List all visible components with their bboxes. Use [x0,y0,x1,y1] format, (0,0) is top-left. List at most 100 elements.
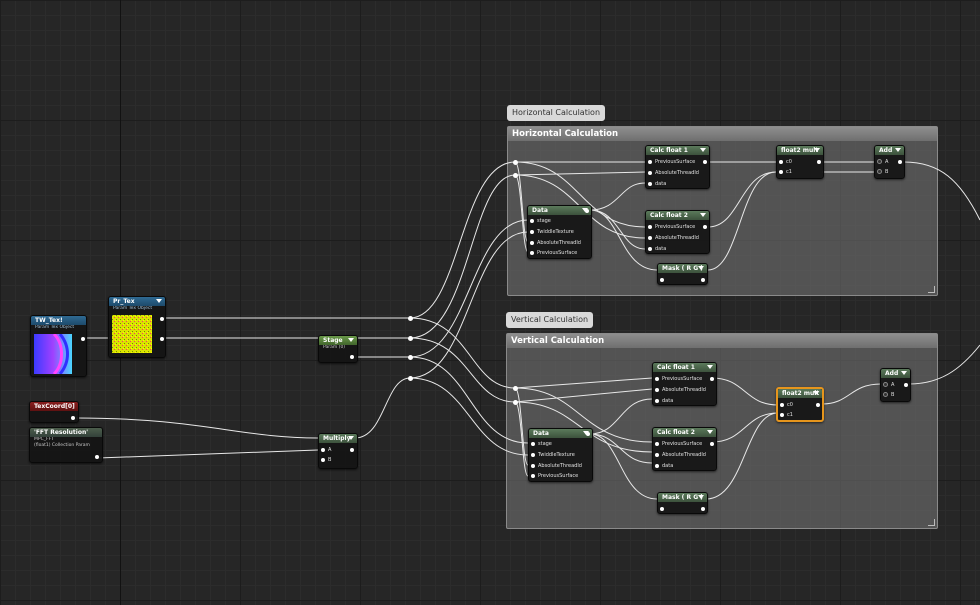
output-pin[interactable] [701,507,705,511]
pin-dot[interactable] [779,159,783,164]
pin-previous-surface[interactable]: PreviousSurface [648,157,695,167]
pin-dot[interactable] [648,170,652,175]
pin-a[interactable]: A [877,157,888,167]
pin-dot[interactable] [531,452,535,457]
pin-dot[interactable] [780,412,784,417]
pin-absolute-thread-id[interactable]: AbsoluteThreadId [655,450,706,460]
pin-dot[interactable] [655,387,659,392]
output-pin[interactable] [710,442,714,446]
pin-b[interactable]: B [883,390,894,400]
pin-dot[interactable] [530,240,534,245]
reroute-node[interactable] [513,400,518,405]
pin-dot[interactable] [780,402,784,407]
texcoord-node[interactable]: TexCoord[0] [29,401,79,423]
pin-dot[interactable] [530,229,534,234]
horizontal-calc-float2-node[interactable]: Calc float 2 PreviousSurface AbsoluteThr… [645,210,710,254]
pin-previous-surface[interactable]: PreviousSurface [655,374,702,384]
vertical-calc-float2-node[interactable]: Calc float 2 PreviousSurface AbsoluteThr… [652,427,717,471]
input-pin[interactable] [660,504,667,514]
output-pin[interactable] [701,278,705,282]
collapse-arrow-icon[interactable] [700,148,706,152]
pin-dot[interactable] [531,473,535,478]
pin-dot[interactable] [655,452,659,457]
reroute-node[interactable] [408,355,413,360]
pin-dot[interactable] [877,169,882,174]
pin-absolute-thread-id[interactable]: AbsoluteThreadId [655,385,706,395]
collapse-arrow-icon[interactable] [698,495,704,499]
pin-dot[interactable] [648,224,652,229]
pin-c1[interactable]: c1 [779,167,792,177]
pin-previous-surface[interactable]: PreviousSurface [530,248,577,258]
reroute-node[interactable] [513,386,518,391]
input-pin-a[interactable]: A [321,445,331,455]
pin-previous-surface[interactable]: PreviousSurface [655,439,702,449]
reroute-node[interactable] [408,336,413,341]
horizontal-float2-mult-node[interactable]: float2 mult c0 c1 [776,145,824,179]
output-pin[interactable] [350,448,354,452]
pin-dot[interactable] [531,463,535,468]
pin-twiddle-texture[interactable]: TwiddleTexture [530,227,574,237]
output-pin[interactable] [816,403,820,407]
pin-absolute-thread-id[interactable]: AbsoluteThreadId [530,238,581,248]
output-pin[interactable] [710,377,714,381]
collapse-arrow-icon[interactable] [700,213,706,217]
output-pin[interactable] [350,355,354,359]
pr-tex-node[interactable]: Pr_Tex Param Tex Object [108,296,166,358]
output-pin[interactable] [585,209,589,213]
vertical-float2-mult-node[interactable]: float2 mult c0 c1 [776,387,824,422]
reroute-node[interactable] [408,316,413,321]
horizontal-mask-node[interactable]: Mask ( R G ) [657,263,708,285]
vertical-data-node[interactable]: Data stage TwiddleTexture AbsoluteThread… [528,428,593,482]
pin-data[interactable]: data [648,244,666,254]
pin-c0[interactable]: c0 [779,157,792,167]
pin-dot[interactable] [883,392,888,397]
input-pin[interactable] [660,275,667,285]
output-pin[interactable] [817,160,821,164]
vertical-add-node[interactable]: Add A B [880,368,911,402]
output-pin[interactable] [160,317,164,321]
multiply-node[interactable]: Multiply A B [318,433,358,469]
collapse-arrow-icon[interactable] [348,338,354,342]
pin-c1[interactable]: c1 [780,410,793,420]
output-pin[interactable] [81,337,85,341]
pin-absolute-thread-id[interactable]: AbsoluteThreadId [531,461,582,471]
pin-dot[interactable] [648,181,652,186]
pin-b[interactable]: B [877,167,888,177]
collapse-arrow-icon[interactable] [348,436,354,440]
output-pin[interactable] [904,383,908,387]
output-pin[interactable] [95,455,99,459]
reroute-node[interactable] [513,160,518,165]
output-pin[interactable] [586,432,590,436]
input-pin-b[interactable]: B [321,455,331,465]
reroute-node[interactable] [513,173,518,178]
pin-dot[interactable] [660,277,664,282]
vertical-mask-node[interactable]: Mask ( R G ) [657,492,708,514]
pin-dot[interactable] [655,398,659,403]
collapse-arrow-icon[interactable] [813,391,819,395]
reroute-node[interactable] [408,376,413,381]
collapse-arrow-icon[interactable] [707,365,713,369]
pin-a[interactable]: A [883,380,894,390]
pin-twiddle-texture[interactable]: TwiddleTexture [531,450,575,460]
pin-c0[interactable]: c0 [780,400,793,410]
pin-dot[interactable] [648,159,652,164]
fft-resolution-node[interactable]: 'FFT Resolution' MPC_FFT (float1) Collec… [29,427,103,463]
output-pin[interactable] [160,337,164,341]
pin-absolute-thread-id[interactable]: AbsoluteThreadId [648,168,699,178]
pin-dot[interactable] [530,218,534,223]
pin-dot[interactable] [648,235,652,240]
collapse-arrow-icon[interactable] [895,148,901,152]
pin-stage[interactable]: stage [531,439,552,449]
pin-dot[interactable] [779,169,783,174]
pin-dot[interactable] [660,506,664,511]
pin-absolute-thread-id[interactable]: AbsoluteThreadId [648,233,699,243]
collapse-arrow-icon[interactable] [707,430,713,434]
collapse-arrow-icon[interactable] [698,266,704,270]
output-pin[interactable] [703,160,707,164]
pin-dot[interactable] [655,376,659,381]
pin-data[interactable]: data [648,179,666,189]
pin-dot[interactable] [655,441,659,446]
output-pin[interactable] [898,160,902,164]
pin-data[interactable]: data [655,461,673,471]
pin-dot[interactable] [531,441,535,446]
